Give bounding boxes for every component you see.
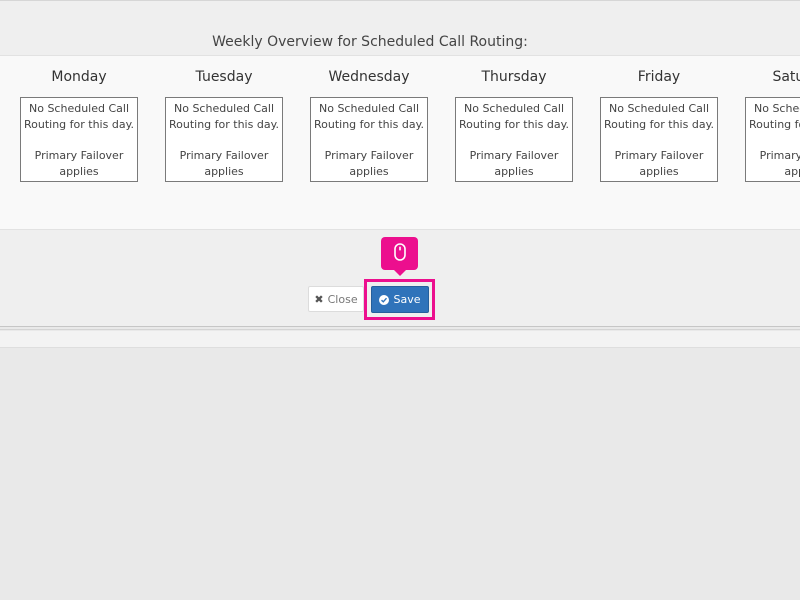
day-box-line: applies	[784, 165, 800, 178]
day-box-line: Primary Failover	[324, 149, 414, 162]
page-background	[0, 348, 800, 600]
day-box-line: applies	[204, 165, 244, 178]
day-schedule-box: No Scheduled Call Routing for this day. …	[600, 97, 718, 182]
divider	[0, 329, 800, 330]
day-box-line: No Scheduled Call	[463, 102, 564, 115]
day-box-line: applies	[349, 165, 389, 178]
save-button[interactable]: Save	[371, 286, 429, 313]
day-box-line: Routing for this day.	[748, 118, 800, 131]
day-schedule-box: No Scheduled Call Routing for this day. …	[310, 97, 428, 182]
day-box-line: No Scheduled Call	[173, 102, 274, 115]
day-box-line: Routing for this day.	[168, 118, 280, 131]
day-box-line: Routing for this day.	[603, 118, 715, 131]
day-name: Thursday	[481, 69, 547, 85]
day-name: Friday	[637, 69, 681, 85]
day-schedule-box: No Scheduled Call Routing for this day. …	[455, 97, 573, 182]
close-button-label: Close	[327, 292, 358, 306]
day-box-line: No Scheduled Call	[753, 102, 800, 115]
day-box-line: applies	[494, 165, 534, 178]
day-schedule-box: No Scheduled Call Routing for this day. …	[165, 97, 283, 182]
day-box-line: No Scheduled Call	[318, 102, 419, 115]
day-box-line: Primary Failover	[759, 149, 800, 162]
day-box-line: Primary Failover	[34, 149, 124, 162]
day-name: Monday	[51, 69, 107, 85]
divider	[0, 326, 800, 327]
day-schedule-box: No Scheduled Call Routing for this day. …	[745, 97, 800, 182]
day-box-line: Routing for this day.	[23, 118, 135, 131]
click-hint-tooltip	[381, 237, 418, 276]
mouse-icon	[393, 242, 406, 265]
day-schedule-box: No Scheduled Call Routing for this day. …	[20, 97, 138, 182]
modal-header-band: Weekly Overview for Scheduled Call Routi…	[0, 0, 800, 55]
check-circle-icon	[379, 294, 390, 305]
times-icon: ✖	[314, 292, 324, 306]
day-name: Tuesday	[195, 69, 253, 85]
day-name: Saturday	[772, 69, 800, 85]
day-box-line: Routing for this day.	[313, 118, 425, 131]
day-box-line: Primary Failover	[614, 149, 704, 162]
day-box-line: applies	[59, 165, 99, 178]
weekly-overview-title: Weekly Overview for Scheduled Call Routi…	[212, 34, 528, 50]
section-strip	[0, 331, 800, 348]
day-box-line: No Scheduled Call	[608, 102, 709, 115]
save-button-label: Save	[393, 293, 421, 306]
day-box-line: No Scheduled Call	[28, 102, 129, 115]
weekly-overview-panel: Monday No Scheduled Call Routing for thi…	[0, 55, 800, 230]
day-box-line: Primary Failover	[469, 149, 559, 162]
close-button[interactable]: ✖ Close	[308, 286, 364, 312]
day-name: Wednesday	[328, 69, 410, 85]
day-box-line: Routing for this day.	[458, 118, 570, 131]
day-box-line: Primary Failover	[179, 149, 269, 162]
day-box-line: applies	[639, 165, 679, 178]
